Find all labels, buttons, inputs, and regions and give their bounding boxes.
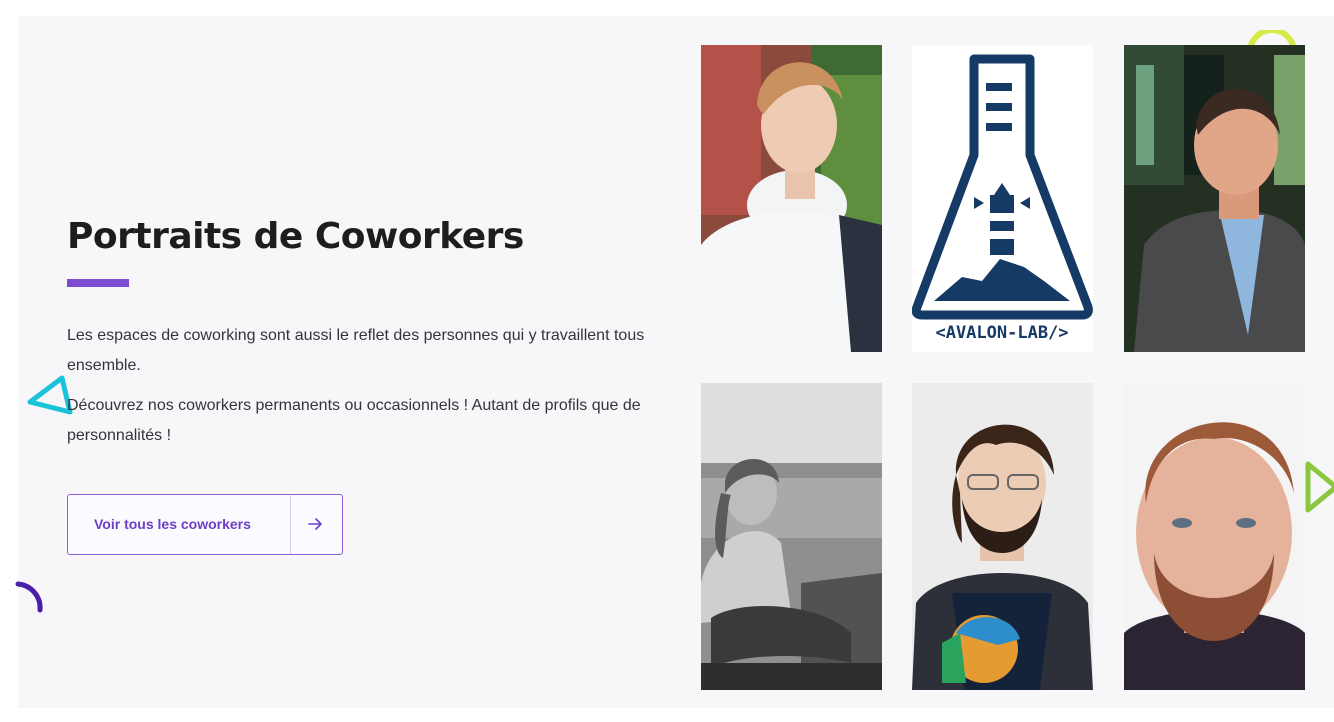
coworker-portrait-4[interactable] — [701, 383, 882, 690]
purple-arc-icon — [15, 581, 43, 613]
avalon-lab-logo-tile[interactable]: <AVALON-LAB/> — [912, 45, 1093, 352]
intro-paragraph: Les espaces de coworking sont aussi le r… — [67, 327, 645, 374]
coworker-photo-3 — [1124, 45, 1305, 352]
coworker-portrait-5[interactable] — [912, 383, 1093, 690]
coworker-photo-5 — [912, 383, 1093, 690]
coworker-photo-4 — [701, 383, 882, 690]
coworker-photo-6 — [1124, 383, 1305, 690]
arrow-right-icon — [308, 518, 322, 530]
see-all-coworkers-label: Voir tous les coworkers — [94, 516, 251, 532]
avalon-lab-flask-logo: <AVALON-LAB/> — [912, 54, 1093, 343]
coworker-portrait-3[interactable] — [1124, 45, 1305, 352]
see-all-coworkers-button[interactable]: Voir tous les coworkers — [67, 494, 343, 555]
green-triangle-icon — [1305, 461, 1334, 513]
coworker-portrait-6[interactable] — [1124, 383, 1305, 690]
section-title: Portraits de Coworkers — [67, 216, 524, 257]
discover-paragraph: Découvrez nos coworkers permanents ou oc… — [67, 397, 641, 444]
avalon-lab-logo-text: <AVALON-LAB/> — [935, 323, 1068, 343]
title-underline — [67, 279, 129, 287]
coworker-portrait-1[interactable] — [701, 45, 882, 352]
button-divider — [290, 495, 291, 554]
coworker-photo-1 — [701, 45, 882, 352]
